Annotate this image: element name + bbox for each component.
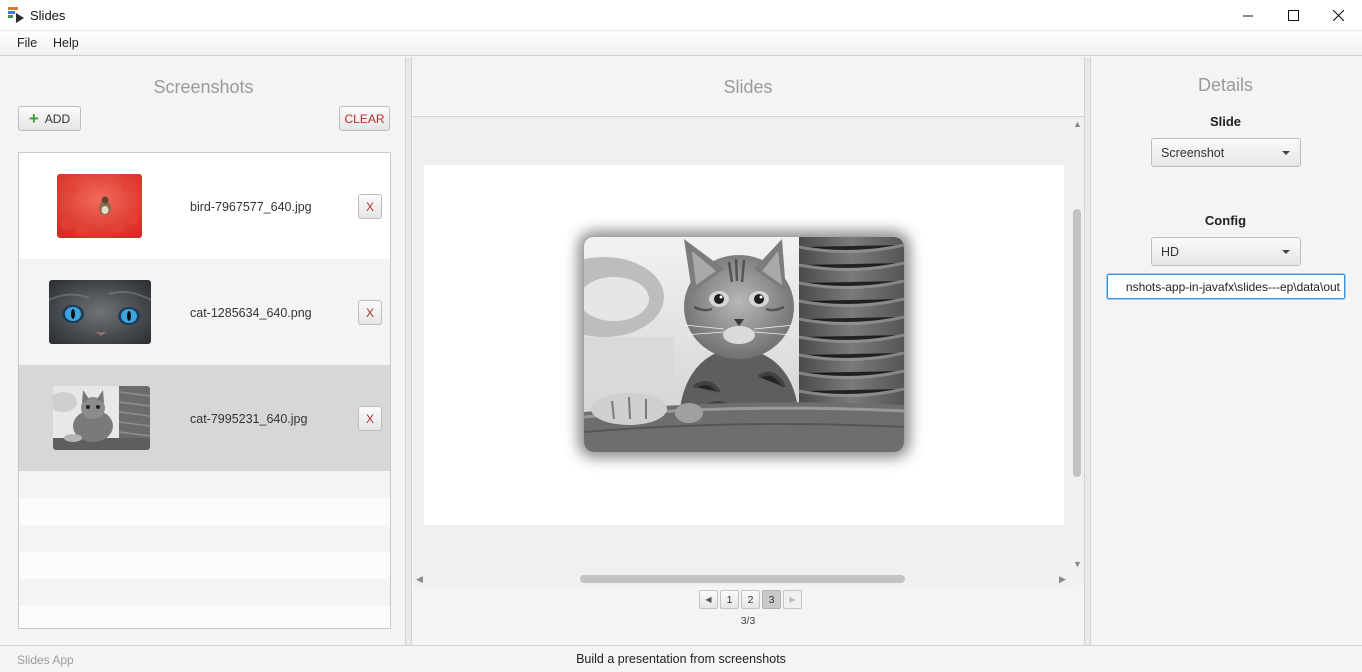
details-title: Details [1197, 75, 1254, 95]
list-item[interactable]: cat-1285634_640.png X [19, 259, 390, 365]
scroll-right-icon[interactable]: ▶ [1059, 575, 1066, 584]
horizontal-scrollbar[interactable]: ◀ ▶ [413, 572, 1070, 586]
vertical-scroll-thumb[interactable] [1073, 209, 1081, 477]
pagination: ◀ 1 2 3 ▶ [699, 590, 802, 609]
chevron-down-icon [1282, 151, 1290, 155]
status-message: Build a presentation from screenshots [576, 652, 786, 666]
output-path-field[interactable]: nshots-app-in-javafx\slides---ep\data\ou… [1107, 274, 1345, 299]
add-label: ADD [44, 111, 71, 126]
empty-row [19, 471, 390, 498]
next-page-button[interactable]: ▶ [783, 590, 802, 609]
screenshots-pane: Screenshots + ADD CLEAR bird-7967577_640… [2, 57, 406, 645]
slide-type-value: Screenshot [1161, 145, 1225, 160]
screenshots-title: Screenshots [153, 77, 254, 97]
clear-button[interactable]: CLEAR [339, 106, 390, 131]
menu-help[interactable]: Help [53, 36, 79, 50]
list-item[interactable]: cat-7995231_640.jpg X [19, 365, 390, 471]
scroll-up-icon[interactable]: ▲ [1073, 120, 1082, 129]
screenshot-filename: bird-7967577_640.jpg [190, 200, 312, 214]
maximize-button[interactable] [1270, 0, 1316, 31]
tabby-cat-thumbnail [53, 386, 150, 450]
slide-image [584, 237, 904, 452]
screenshot-filename: cat-1285634_640.png [190, 306, 312, 320]
empty-row [19, 525, 390, 552]
status-bar: Slides App Build a presentation from scr… [0, 645, 1362, 672]
page-button-2[interactable]: 2 [741, 590, 760, 609]
menu-file[interactable]: File [17, 36, 37, 50]
plus-icon: + [28, 109, 39, 128]
close-icon [1332, 10, 1344, 21]
list-item[interactable]: bird-7967577_640.jpg X [19, 153, 390, 259]
vertical-scrollbar[interactable]: ▲ ▼ [1070, 117, 1084, 572]
slide-viewport[interactable]: ▲ ▼ ◀ ▶ [413, 116, 1084, 586]
slides-title: Slides [723, 77, 773, 97]
empty-row [19, 606, 390, 628]
menu-bar: File Help [0, 31, 1362, 56]
config-select[interactable]: HD [1151, 237, 1301, 266]
empty-row [19, 498, 390, 525]
slides-app-icon [8, 7, 24, 23]
title-bar: Slides [0, 0, 1362, 31]
remove-screenshot-button[interactable]: X [358, 300, 382, 325]
close-button[interactable] [1315, 0, 1361, 31]
config-label: Config [1204, 213, 1247, 228]
previous-page-button[interactable]: ◀ [699, 590, 718, 609]
add-button[interactable]: + ADD [18, 106, 81, 131]
slide-type-select[interactable]: Screenshot [1151, 138, 1301, 167]
screenshot-filename: cat-7995231_640.jpg [190, 412, 308, 426]
maximize-icon [1287, 10, 1299, 21]
details-pane: Details Slide Screenshot Config HD nshot… [1090, 57, 1360, 645]
bird-thumbnail [57, 174, 142, 238]
page-info: 3/3 [740, 615, 756, 627]
empty-row [19, 552, 390, 579]
screenshot-list[interactable]: bird-7967577_640.jpg X cat-1285634_640.p… [18, 152, 391, 629]
horizontal-scroll-thumb[interactable] [580, 575, 905, 583]
config-value: HD [1161, 244, 1180, 259]
slide-canvas [424, 165, 1064, 525]
triangle-left-icon: ◀ [705, 595, 712, 604]
slide-label: Slide [1209, 114, 1242, 129]
remove-screenshot-button[interactable]: X [358, 194, 382, 219]
page-button-1[interactable]: 1 [720, 590, 739, 609]
scroll-left-icon[interactable]: ◀ [416, 575, 423, 584]
window-title: Slides [30, 8, 66, 23]
empty-row [19, 579, 390, 606]
scroll-down-icon[interactable]: ▼ [1073, 560, 1082, 569]
triangle-right-icon: ▶ [789, 595, 796, 604]
minimize-button[interactable] [1225, 0, 1271, 31]
page-button-3[interactable]: 3 [762, 590, 781, 609]
cat-blue-eyes-thumbnail [49, 280, 151, 344]
remove-screenshot-button[interactable]: X [358, 406, 382, 431]
minimize-icon [1243, 15, 1253, 16]
slides-pane: Slides ▲ ▼ ◀ ▶ ◀ 1 2 3 ▶ 3/3 [411, 57, 1085, 645]
chevron-down-icon [1282, 250, 1290, 254]
